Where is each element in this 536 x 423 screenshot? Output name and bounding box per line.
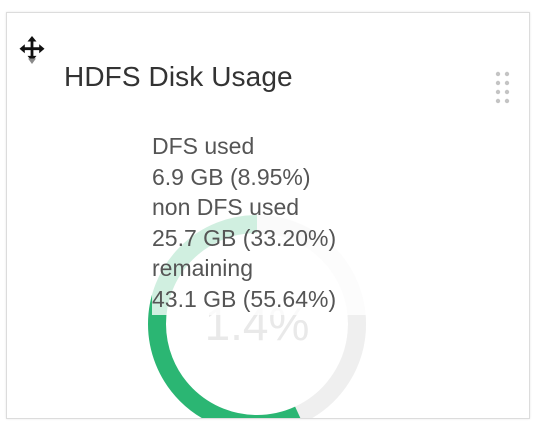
widget-title: HDFS Disk Usage xyxy=(64,61,293,92)
move-arrows-icon[interactable] xyxy=(19,35,45,65)
non-dfs-used-label: non DFS used xyxy=(152,194,300,221)
non-dfs-used-value: 25.7 GB (33.20%) xyxy=(152,224,337,251)
usage-tooltip: DFS used 6.9 GB (8.95%) non DFS used 25.… xyxy=(152,131,412,315)
dfs-used-label: DFS used xyxy=(152,133,255,159)
remaining-label: remaining xyxy=(152,255,253,282)
drag-dots-icon[interactable] xyxy=(493,69,513,111)
remaining-value: 43.1 GB (55.64%) xyxy=(152,285,337,312)
dfs-used-value: 6.9 GB (8.95%) xyxy=(152,163,311,190)
hdfs-disk-usage-widget: HDFS Disk Usage 1.4% DFS used 6.9 GB (8.… xyxy=(6,12,530,419)
